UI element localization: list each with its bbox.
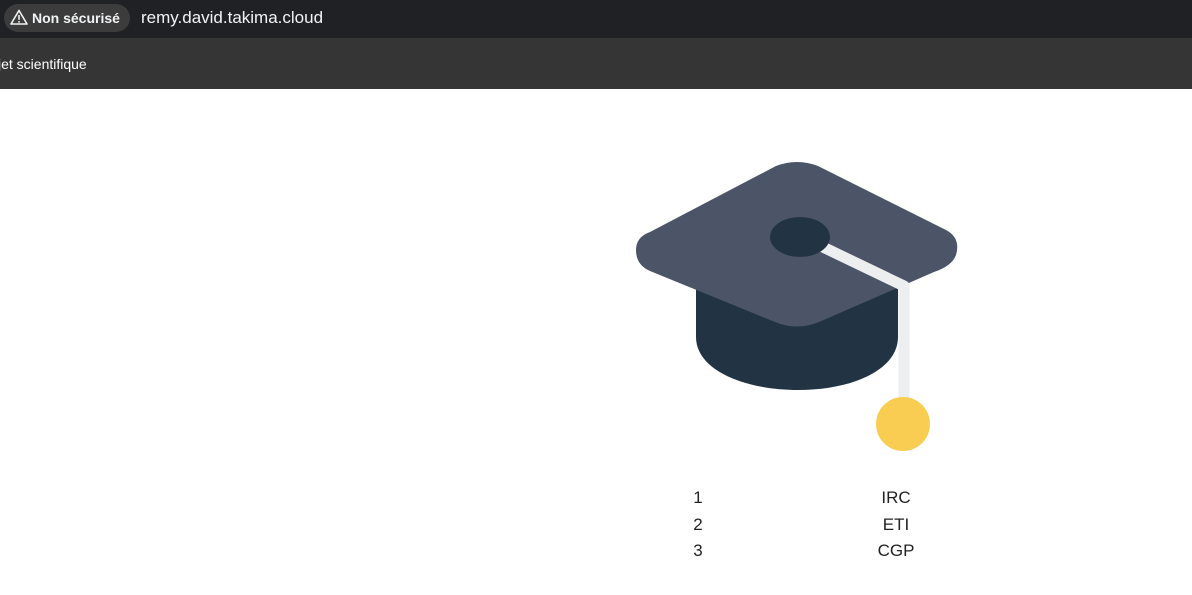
graduation-cap-icon (636, 162, 958, 452)
schools-table: 1 IRC 2 ETI 3 CGP (620, 485, 1016, 565)
bookmarks-bar: jet scientifique (0, 38, 1192, 89)
url-field[interactable]: remy.david.takima.cloud (141, 7, 323, 29)
school-name-cell: CGP (877, 541, 915, 561)
browser-address-bar: Non sécurisé remy.david.takima.cloud (0, 0, 1192, 38)
school-name-cell: ETI (882, 514, 910, 534)
school-name-cell: IRC (881, 488, 911, 508)
table-row: 3 CGP (620, 538, 1016, 565)
rank-cell: 3 (693, 541, 703, 561)
security-indicator-button[interactable]: Non sécurisé (4, 4, 130, 32)
rank-cell: 2 (693, 514, 703, 534)
table-row: 2 ETI (620, 512, 1016, 539)
bookmark-item[interactable]: jet scientifique (0, 55, 87, 73)
rank-cell: 1 (693, 488, 703, 508)
security-label: Non sécurisé (32, 10, 120, 26)
table-row: 1 IRC (620, 485, 1016, 512)
warning-triangle-icon (10, 9, 32, 28)
